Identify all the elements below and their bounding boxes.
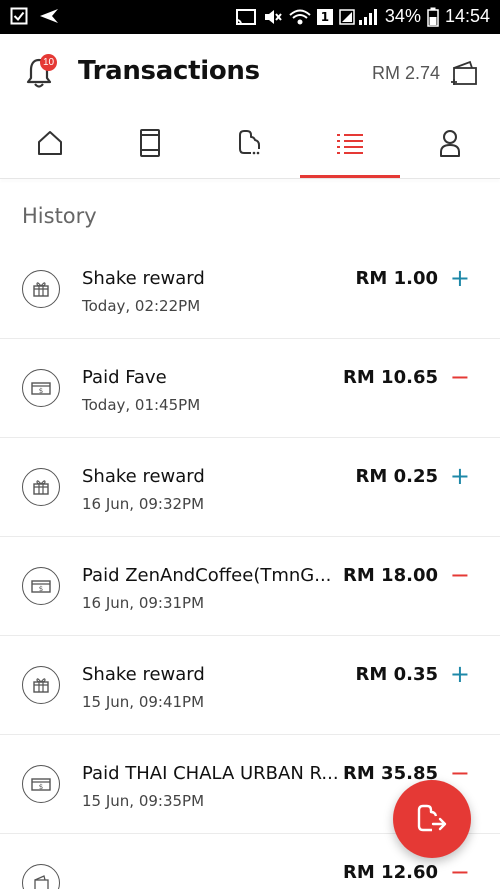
pay-send-icon [417, 804, 447, 832]
debit-sign: − [449, 858, 470, 886]
clock: 14:54 [444, 6, 490, 26]
transaction-row[interactable]: $ Paid Fave Today, 01:45PM RM 10.65 − [0, 339, 500, 438]
transaction-amount: RM 10.65 [343, 367, 438, 388]
tab-home[interactable] [0, 112, 100, 178]
gift-icon [22, 270, 60, 308]
battery-icon [427, 7, 439, 27]
transaction-title: Paid ZenAndCoffee(TmnG... [82, 565, 332, 586]
credit-sign: + [449, 462, 470, 490]
tab-device[interactable] [100, 112, 200, 178]
cash-icon: $ [22, 765, 60, 803]
transaction-title: Shake reward [82, 664, 205, 685]
header: 10 Transactions RM 2.74 [0, 34, 500, 112]
debit-sign: − [449, 363, 470, 391]
transaction-date: 15 Jun, 09:35PM [82, 792, 205, 810]
signal-icon [339, 8, 377, 25]
tab-payment[interactable] [200, 112, 300, 178]
gift-icon [22, 666, 60, 704]
wallet-icon [22, 864, 60, 889]
cash-icon: $ [22, 369, 60, 407]
checkbox-icon [10, 7, 28, 25]
transaction-row[interactable]: Shake reward 16 Jun, 09:32PM RM 0.25 + [0, 438, 500, 537]
transaction-date: Today, 02:22PM [82, 297, 201, 315]
status-bar: 1 34% 14:54 [0, 0, 500, 34]
notification-badge: 10 [40, 54, 57, 71]
tab-transactions[interactable] [300, 112, 400, 178]
pay-fab-button[interactable] [393, 780, 471, 858]
transaction-date: 16 Jun, 09:31PM [82, 594, 205, 612]
credit-sign: + [449, 264, 470, 292]
transaction-amount: RM 12.60 [343, 862, 438, 883]
home-icon [38, 131, 62, 155]
page-title: Transactions [78, 56, 260, 86]
phone-icon [140, 129, 160, 157]
add-wallet-icon[interactable] [450, 58, 478, 88]
payment-icon [239, 130, 260, 155]
transaction-date: Today, 01:45PM [82, 396, 201, 414]
history-heading: History [22, 204, 97, 228]
sim-badge: 1 [316, 8, 333, 25]
cash-icon: $ [22, 567, 60, 605]
gift-icon [22, 468, 60, 506]
transaction-row[interactable]: Shake reward 15 Jun, 09:41PM RM 0.35 + [0, 636, 500, 735]
tab-bar [0, 112, 500, 178]
transaction-title: Paid THAI CHALA URBAN R... [82, 763, 339, 784]
transaction-title: Shake reward [82, 466, 205, 487]
transaction-date: 16 Jun, 09:32PM [82, 495, 205, 513]
debit-sign: − [449, 561, 470, 589]
transaction-row[interactable]: Shake reward Today, 02:22PM RM 1.00 + [0, 240, 500, 339]
mute-icon [264, 9, 282, 24]
battery-percent: 34% [384, 6, 421, 26]
transaction-title: Shake reward [82, 268, 205, 289]
transaction-amount: RM 0.25 [355, 466, 438, 487]
transaction-amount: RM 0.35 [355, 664, 438, 685]
transaction-date: 15 Jun, 09:41PM [82, 693, 205, 711]
svg-text:$: $ [39, 387, 43, 395]
wallet-balance[interactable]: RM 2.74 [372, 63, 440, 84]
credit-sign: + [449, 660, 470, 688]
send-icon [40, 9, 58, 23]
list-icon [337, 134, 363, 154]
debit-sign: − [449, 759, 470, 787]
transaction-amount: RM 1.00 [355, 268, 438, 289]
transaction-title: Paid Fave [82, 367, 167, 388]
transaction-amount: RM 18.00 [343, 565, 438, 586]
svg-text:$: $ [39, 585, 43, 593]
transaction-row[interactable]: $ Paid ZenAndCoffee(TmnG... 16 Jun, 09:3… [0, 537, 500, 636]
tabs-divider [0, 178, 500, 179]
tab-profile[interactable] [400, 112, 500, 178]
wifi-icon [289, 9, 311, 24]
svg-text:$: $ [39, 783, 43, 791]
person-icon [440, 130, 460, 157]
cast-icon [235, 8, 256, 25]
